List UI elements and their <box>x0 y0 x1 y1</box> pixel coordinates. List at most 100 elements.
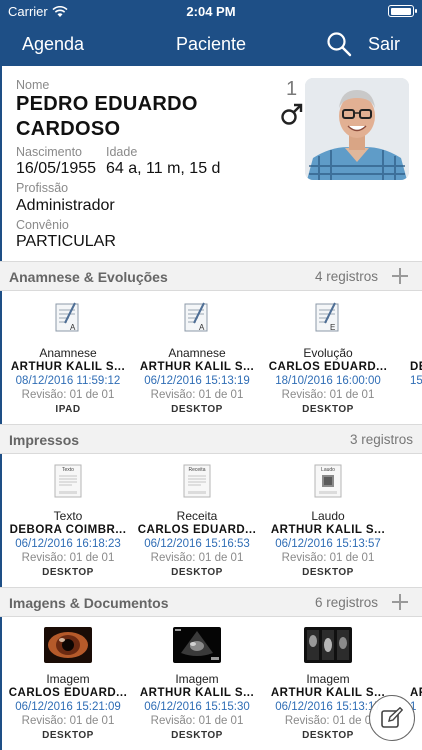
profession-value: Administrador <box>16 197 115 214</box>
page-title: Paciente <box>175 34 247 54</box>
record-device: DESKTOP <box>42 567 94 578</box>
section-header-anamnese: Anamnese & Evoluções 4 registros <box>0 261 422 291</box>
print-card[interactable]: Laudo Laudo ARTHUR KALIL S... 06/12/2016… <box>264 454 392 587</box>
record-date: 06/12/2016 15:15:30 <box>144 701 250 713</box>
record-revision: Revisão: 01 de 01 <box>21 552 115 564</box>
nav-bar: Agenda Paciente Sair <box>0 22 422 66</box>
record-author: CARLOS EDUARD... <box>268 361 388 373</box>
record-type: Laudo <box>311 509 345 523</box>
record-revision: Revisão: 01 de 01 <box>150 552 244 564</box>
print-card[interactable]: Receita Receita CARLOS EDUARD... 06/12/2… <box>133 454 261 587</box>
record-date: 06/12/2016 15:13:57 <box>275 538 381 550</box>
section-count: 3 registros <box>349 432 413 447</box>
record-author: ARTHUR KALIL S... <box>139 361 255 373</box>
record-device: DESKTOP <box>302 404 354 415</box>
record-device: DESKTOP <box>171 730 223 741</box>
record-author: CARLOS EDUARD... <box>137 524 257 536</box>
image-card[interactable]: Imagem CARLOS EDUARD... 06/12/2016 15:21… <box>4 617 132 750</box>
record-author: DÉ <box>410 361 422 373</box>
print-card[interactable]: Texto Texto DÉBORA COIMBR... 06/12/2016 … <box>4 454 132 587</box>
logout-button[interactable]: Sair <box>368 34 400 55</box>
evolution-document-icon: E <box>315 302 339 332</box>
record-date: 06/12/2016 16:18:23 <box>15 538 121 550</box>
add-icon[interactable] <box>392 594 408 610</box>
record-type: Imagem <box>46 672 90 686</box>
record-author: ARTHUR KALIL S... <box>139 687 255 699</box>
avatar-photo <box>305 78 409 180</box>
age-label: Idade <box>106 145 138 159</box>
record-device: DESKTOP <box>171 567 223 578</box>
record-type: Texto <box>53 509 83 523</box>
section-count: 6 registros <box>314 595 378 610</box>
record-type: Imagem <box>306 672 350 686</box>
record-device: DESKTOP <box>42 730 94 741</box>
record-author: ARTHUR KALIL S... <box>270 524 386 536</box>
insurance-label: Convênio <box>16 218 69 232</box>
record-revision: Revisão: 01 de 01 <box>21 715 115 727</box>
record-author: CARLOS EDUARD... <box>8 687 128 699</box>
doc-tag: Laudo <box>321 467 335 473</box>
record-revision: Revisão: 01 de 01 <box>150 389 244 401</box>
record-card[interactable]: DÉ 15 <box>395 291 422 424</box>
eye-image-thumbnail <box>44 627 92 663</box>
record-date: 18/10/2016 16:00:00 <box>275 375 381 387</box>
birth-date: 16/05/1955 <box>16 160 97 177</box>
section-title: Imagens & Documentos <box>9 595 169 611</box>
top-bar: Carrier 2:04 PM Agenda Paciente Sair <box>0 0 422 66</box>
record-author: AR <box>410 687 422 699</box>
record-revision: Revisão: 01 de 01 <box>281 389 375 401</box>
record-date: 06/12/2016 15:13:19 <box>144 375 250 387</box>
record-device: DESKTOP <box>171 404 223 415</box>
image-card[interactable]: Imagem ARTHUR KALIL S... 06/12/2016 15:1… <box>133 617 261 750</box>
section-count: 4 registros <box>314 269 378 284</box>
edit-icon <box>381 707 403 728</box>
doc-tag: Receita <box>189 467 206 473</box>
section-title: Impressos <box>9 432 80 448</box>
report-print-icon: Laudo <box>314 464 342 498</box>
section-row-anamnese: A Anamnese ARTHUR KALIL S... 08/12/2016 … <box>0 291 422 424</box>
svg-text:E: E <box>330 323 335 332</box>
prescription-print-icon: Receita <box>183 464 211 498</box>
name-label: Nome <box>16 78 50 92</box>
text-print-icon: Texto <box>54 464 82 498</box>
svg-text:A: A <box>199 323 205 332</box>
record-date: 06/12/2016 15:16:53 <box>144 538 250 550</box>
record-revision: Revisão: 01 de 01 <box>21 389 115 401</box>
search-icon[interactable] <box>326 31 352 57</box>
record-author: ARTHUR KALIL S... <box>270 687 386 699</box>
section-row-imagens: Imagem CARLOS EDUARD... 06/12/2016 15:21… <box>0 617 422 750</box>
add-icon[interactable] <box>392 268 408 284</box>
form-document-icon: A <box>55 302 79 332</box>
profession-label: Profissão <box>16 181 69 195</box>
section-row-impressos: Texto Texto DÉBORA COIMBR... 06/12/2016 … <box>0 454 422 587</box>
record-card[interactable]: A Anamnese ARTHUR KALIL S... 08/12/2016 … <box>4 291 132 424</box>
record-card[interactable]: E Evolução CARLOS EDUARD... 18/10/2016 1… <box>264 291 392 424</box>
record-type: Anamnese <box>168 346 226 360</box>
section-header-imagens: Imagens & Documentos 6 registros <box>0 587 422 617</box>
record-type: Anamnese <box>39 346 97 360</box>
record-date: 06/12/2016 15:21:09 <box>15 701 121 713</box>
avatar[interactable] <box>305 78 409 180</box>
patient-card: Nome PEDRO EDUARDO CARDOSO Nascimento Id… <box>0 66 422 261</box>
patient-number: 1 <box>286 78 298 100</box>
section-header-impressos: Impressos 3 registros <box>0 424 422 454</box>
record-card[interactable]: A Anamnese ARTHUR KALIL S... 06/12/2016 … <box>133 291 261 424</box>
status-bar: Carrier 2:04 PM <box>0 0 422 22</box>
record-device: IPAD <box>55 404 81 415</box>
record-type: Imagem <box>175 672 219 686</box>
battery-icon <box>388 5 417 17</box>
record-date: 08/12/2016 11:59:12 <box>15 375 121 387</box>
record-revision: Revisão: 01 de 01 <box>150 715 244 727</box>
record-device: DESKTOP <box>302 567 354 578</box>
section-title: Anamnese & Evoluções <box>9 269 168 285</box>
status-time: 2:04 PM <box>186 4 236 19</box>
record-revision: Revisão: 01 de 01 <box>281 552 375 564</box>
record-author: DÉBORA COIMBR... <box>9 524 127 536</box>
compose-button[interactable] <box>369 695 415 741</box>
doc-tag: Texto <box>62 467 74 473</box>
insurance-value: PARTICULAR <box>16 233 116 250</box>
age-value: 64 a, 11 m, 15 d <box>106 160 221 177</box>
record-type: Evolução <box>303 346 353 360</box>
male-icon <box>281 103 303 125</box>
ultrasound-image-thumbnail <box>173 627 221 663</box>
